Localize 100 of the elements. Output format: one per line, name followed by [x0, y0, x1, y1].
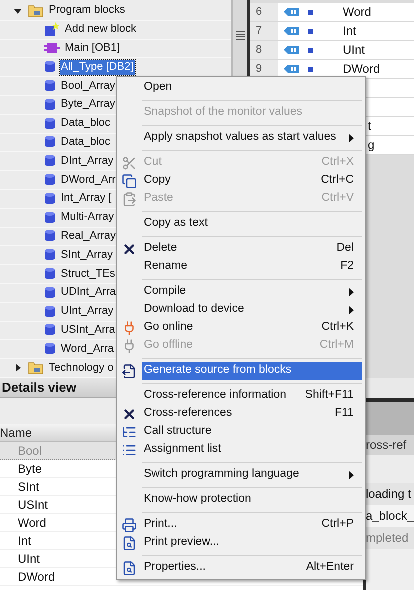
row-number: 7	[250, 22, 278, 40]
database-icon	[44, 60, 56, 74]
copy-icon	[122, 174, 137, 188]
x-mark-icon	[122, 406, 137, 422]
database-icon	[44, 98, 56, 112]
database-icon	[44, 248, 56, 262]
table-cell-text: g	[368, 137, 375, 154]
table-cell-text: UInt	[343, 42, 366, 59]
document-arrow-icon	[122, 364, 137, 378]
status-marker-icon	[308, 48, 313, 52]
database-icon	[44, 135, 56, 150]
menu-item[interactable]: Delete Del	[142, 240, 362, 258]
folder-icon	[28, 4, 44, 18]
row-number: 6	[250, 3, 278, 21]
menu-item[interactable]: Copy as text	[142, 215, 362, 233]
tree-item[interactable]: Struct_TEs	[60, 266, 116, 282]
message-row: a_block_	[366, 505, 414, 527]
tree-item[interactable]: DWord_Arr	[60, 172, 117, 188]
table-cell-text: Word	[343, 4, 372, 21]
tree-item[interactable]: DInt_Array	[60, 154, 115, 169]
tree-item[interactable]: Technology o	[48, 360, 115, 376]
status-marker-icon	[308, 10, 313, 14]
toolbar	[366, 402, 414, 435]
database-icon	[44, 342, 56, 356]
menu-item[interactable]: Download to device	[142, 301, 362, 319]
clipboard-icon	[122, 192, 137, 206]
menu-item[interactable]: Call structure	[142, 423, 362, 441]
expand-arrow-icon[interactable]	[14, 364, 22, 372]
list-icon	[122, 442, 137, 458]
menu-item[interactable]: Compile	[142, 283, 362, 301]
database-icon	[44, 116, 56, 131]
table-cell-text: DWord	[343, 61, 380, 78]
block-icon	[44, 42, 60, 54]
menu-item[interactable]: Properties... Alt+Enter	[142, 559, 362, 577]
submenu-arrow-icon	[349, 470, 354, 480]
table-cell-text: t	[368, 118, 372, 135]
delete-icon	[122, 242, 137, 256]
database-icon	[44, 229, 56, 244]
tree-item[interactable]: Real_Array	[60, 228, 118, 244]
tree-item[interactable]: Program blocks	[48, 3, 126, 18]
plug-icon	[122, 338, 137, 354]
tree-item[interactable]: Add new block	[64, 22, 138, 38]
tree-item[interactable]: SInt_Array	[60, 248, 114, 263]
tree-item[interactable]: USInt_Arra	[60, 322, 116, 338]
collapse-arrow-icon[interactable]	[14, 6, 22, 15]
database-icon	[44, 79, 56, 94]
scissors-icon	[122, 156, 137, 170]
menu-item[interactable]: Print... Ctrl+P	[142, 516, 362, 534]
menu-item[interactable]: Open	[142, 79, 362, 97]
print-preview-icon	[122, 536, 137, 550]
tree-item[interactable]: Word_Arra	[60, 342, 115, 357]
menu-item[interactable]: Cross-reference information Shift+F11	[142, 387, 362, 405]
tree-item[interactable]: Data_bloc	[60, 134, 112, 150]
tree-item[interactable]: All_Type [DB2]	[60, 60, 135, 75]
tree-item[interactable]: UInt_Array	[60, 304, 115, 320]
table-row[interactable]: 7 Int	[250, 22, 414, 41]
menu-item[interactable]: Go online Ctrl+K	[142, 319, 362, 337]
tag-icon	[284, 26, 300, 36]
tree-item[interactable]: UDInt_Arra	[60, 285, 118, 300]
panel-title: Details view	[2, 378, 76, 397]
submenu-arrow-icon	[349, 134, 354, 142]
menu-item[interactable]: Know-how protection	[142, 491, 362, 509]
tree-item[interactable]: Bool_Array	[60, 78, 116, 94]
table-cell-text: Int	[343, 23, 356, 40]
status-marker-icon	[308, 28, 313, 34]
menu-item[interactable]: Copy Ctrl+C	[142, 172, 362, 190]
tree-item[interactable]: Multi-Array	[60, 210, 116, 226]
database-icon	[44, 323, 56, 338]
folder-icon	[28, 361, 44, 376]
table-row[interactable]: 6 Word	[250, 3, 414, 22]
database-icon	[44, 173, 56, 188]
table-row[interactable]: 8 UInt	[250, 41, 414, 60]
database-icon	[44, 192, 56, 206]
tag-icon	[284, 7, 300, 17]
menu-item[interactable]: Cross-references F11	[142, 405, 362, 423]
database-icon	[44, 304, 56, 319]
tab[interactable]: ross-ref	[366, 435, 414, 455]
tag-icon	[284, 64, 300, 74]
tag-icon	[284, 45, 300, 55]
printer-icon	[122, 518, 137, 532]
tree-item[interactable]: Byte_Array	[60, 97, 116, 112]
list-tree-icon	[122, 424, 137, 440]
row-number: 8	[250, 41, 278, 59]
menu-item[interactable]: Assignment list	[142, 441, 362, 459]
menu-item[interactable]: Rename F2	[142, 258, 362, 276]
plug-icon	[122, 320, 137, 336]
tree-item[interactable]: Data_bloc	[60, 116, 112, 132]
database-icon	[44, 286, 56, 300]
menu-item[interactable]: Switch programming language	[142, 466, 362, 484]
new-block-icon	[44, 22, 60, 38]
menu-item[interactable]: Apply snapshot values as start values	[142, 129, 362, 147]
menu-item[interactable]: Generate source from blocks	[142, 362, 362, 380]
status-marker-icon	[308, 66, 313, 72]
tree-item[interactable]: Main [OB1]	[64, 40, 122, 56]
tree-item[interactable]: Int_Array [	[60, 191, 113, 206]
properties-icon	[122, 560, 137, 576]
splitter-grip-icon[interactable]	[236, 31, 244, 40]
database-icon	[44, 267, 56, 282]
database-icon	[44, 154, 56, 168]
menu-item[interactable]: Print preview...	[142, 534, 362, 552]
